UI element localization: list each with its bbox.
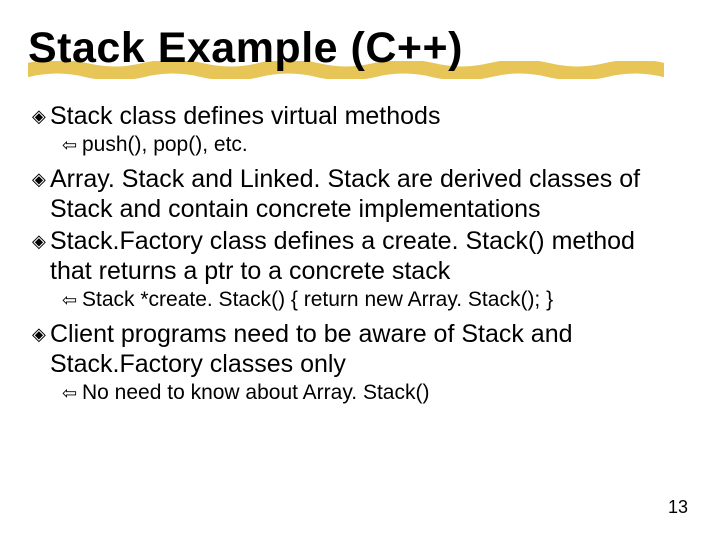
bullet-text: push(), pop(), etc. [82, 132, 248, 158]
arrow-left-icon: ⇦ [62, 132, 82, 158]
bullet-level2: ⇦ No need to know about Array. Stack() [62, 380, 682, 406]
bullet-level1: ◈ Stack.Factory class defines a create. … [32, 226, 682, 286]
slide: Stack Example (C++) ◈ Stack class define… [0, 0, 720, 540]
arrow-left-icon: ⇦ [62, 287, 82, 313]
bullet-text: Stack *create. Stack() { return new Arra… [82, 287, 553, 313]
bullet-level1: ◈ Array. Stack and Linked. Stack are der… [32, 164, 682, 224]
bullet-text: Client programs need to be aware of Stac… [50, 319, 682, 379]
slide-title: Stack Example (C++) [28, 24, 692, 73]
page-number: 13 [668, 497, 688, 518]
diamond-icon: ◈ [32, 101, 50, 131]
bullet-level2: ⇦ push(), pop(), etc. [62, 132, 682, 158]
diamond-icon: ◈ [32, 226, 50, 256]
diamond-icon: ◈ [32, 164, 50, 194]
bullet-level2: ⇦ Stack *create. Stack() { return new Ar… [62, 287, 682, 313]
bullet-level1: ◈ Client programs need to be aware of St… [32, 319, 682, 379]
bullet-text: No need to know about Array. Stack() [82, 380, 429, 406]
slide-body: ◈ Stack class defines virtual methods ⇦ … [28, 101, 692, 406]
title-area: Stack Example (C++) [28, 24, 692, 73]
arrow-left-icon: ⇦ [62, 380, 82, 406]
bullet-text: Array. Stack and Linked. Stack are deriv… [50, 164, 682, 224]
bullet-level1: ◈ Stack class defines virtual methods [32, 101, 682, 131]
bullet-text: Stack.Factory class defines a create. St… [50, 226, 682, 286]
diamond-icon: ◈ [32, 319, 50, 349]
bullet-text: Stack class defines virtual methods [50, 101, 440, 131]
